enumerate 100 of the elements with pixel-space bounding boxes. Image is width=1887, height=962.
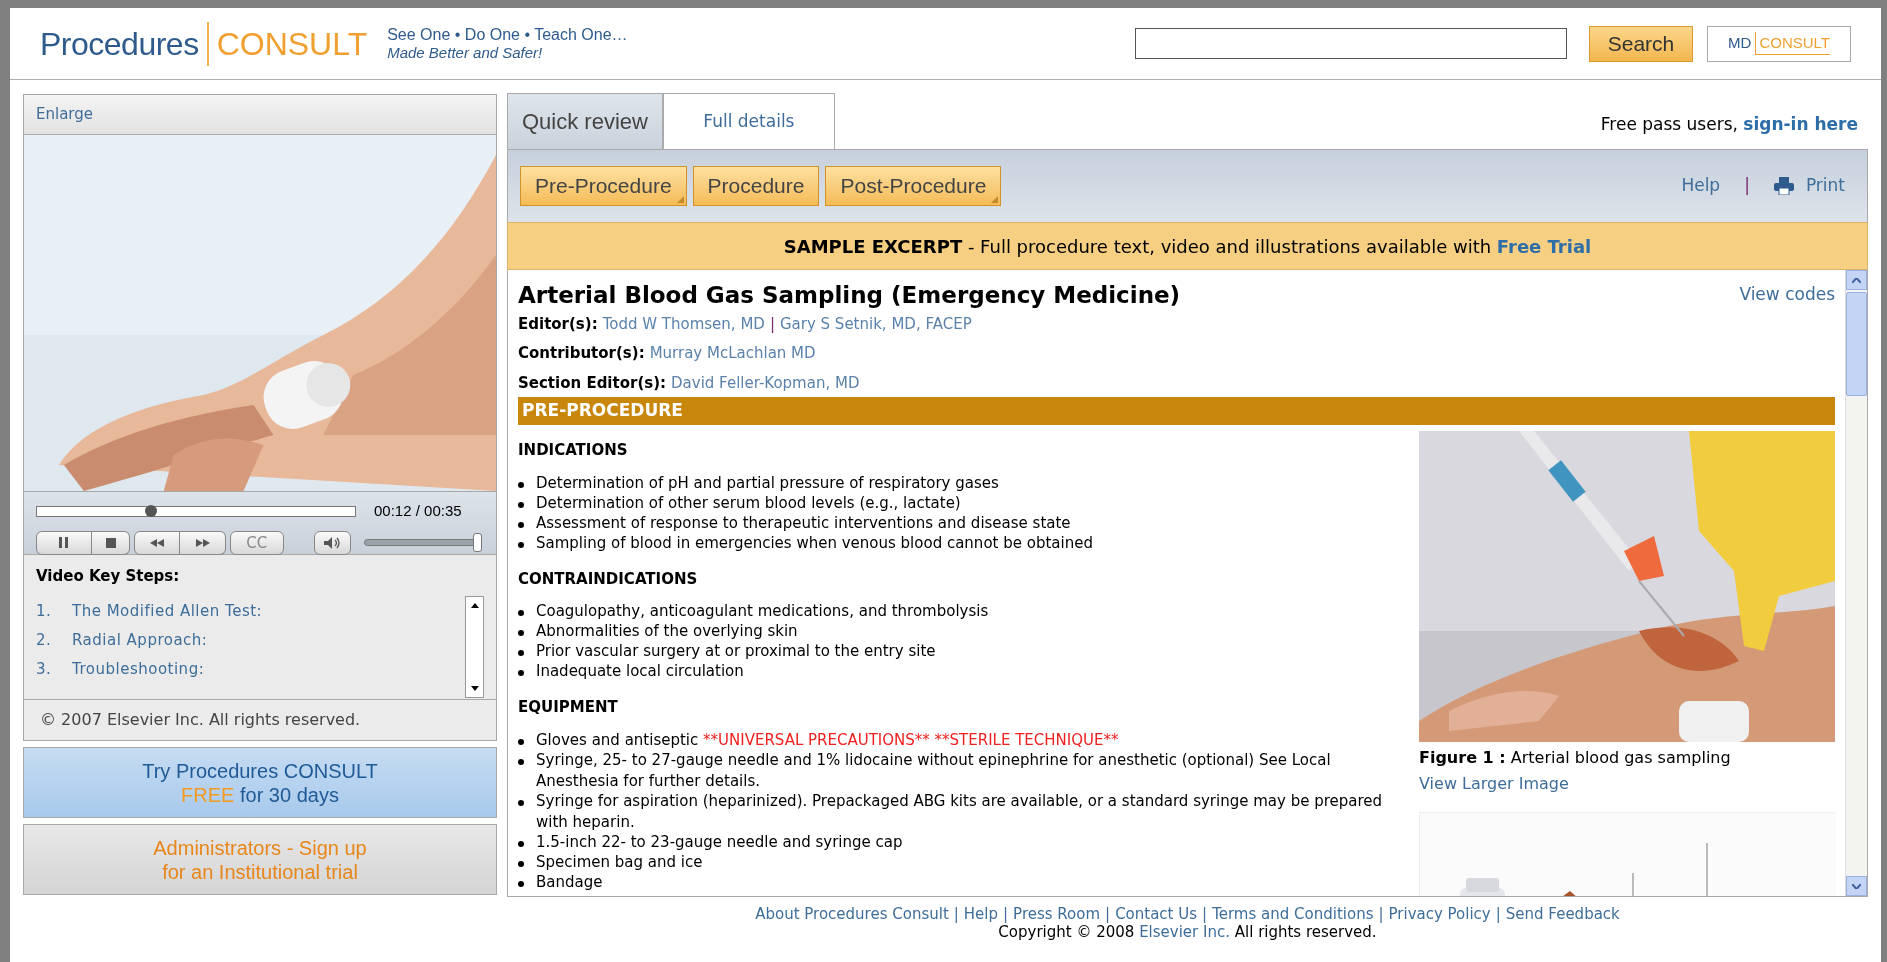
bullet-icon: [518, 880, 524, 887]
volume-thumb[interactable]: [472, 533, 482, 552]
bullet-icon: [518, 738, 524, 745]
list-item-text: Prior vascular surgery at or proximal to the entry site: [536, 641, 936, 662]
search-button[interactable]: Search: [1589, 25, 1693, 62]
speaker-icon: [324, 536, 341, 549]
site-logo[interactable]: Procedures CONSULT: [40, 19, 368, 68]
bullet-icon: [518, 481, 524, 488]
fast-forward-icon: [195, 538, 210, 547]
list-item-text: Abnormalities of the overlying skin: [536, 621, 798, 642]
footer-separator: |: [1105, 905, 1111, 923]
video-copyright: © 2007 Elsevier Inc. All rights reserved.: [40, 709, 361, 731]
subsection-heading: CONTRAINDICATIONS: [518, 568, 699, 590]
logo-word: Procedures: [40, 24, 200, 64]
pause-button[interactable]: [36, 530, 92, 555]
sign-in-link[interactable]: sign-in here: [1743, 113, 1858, 134]
tab[interactable]: Full details: [662, 93, 835, 149]
section-title: PRE-PROCEDURE: [522, 399, 683, 423]
tagline-subtitle: Made Better and Safer!: [387, 43, 544, 62]
search-field[interactable]: [1135, 28, 1567, 59]
bullet-icon: [518, 650, 524, 656]
logo-brand: CONSULT: [206, 21, 368, 66]
footer-link[interactable]: About Procedures Consult: [755, 905, 949, 923]
captions-button[interactable]: CC: [230, 530, 284, 555]
promo-title: Administrators - Sign up: [153, 835, 367, 860]
toolbar-separator: |: [1744, 174, 1750, 198]
list-item-text: Coagulopathy, anticoagulant medications, and thrombolysis: [536, 601, 989, 622]
fast-forward-button[interactable]: [180, 530, 226, 555]
stop-button[interactable]: [92, 530, 130, 555]
list-item-text: Gloves and antiseptic **UNIVERSAL PRECAUTIONS** **STERILE TECHNIQUE**: [536, 729, 1119, 751]
footer-link[interactable]: Press Room: [1013, 905, 1101, 923]
section-button[interactable]: Pre-Procedure: [520, 166, 687, 206]
progress-thumb[interactable]: [145, 504, 158, 517]
promo-subtitle: FREE for 30 days: [181, 782, 339, 807]
elsevier-link[interactable]: Elsevier Inc.: [1139, 923, 1230, 941]
bullet-icon: [518, 630, 524, 636]
sample-banner-text: SAMPLE EXCERPT - Full procedure text, video and illustrations available with Free Trial: [783, 234, 1592, 259]
free-trial-link[interactable]: Free Trial: [1496, 235, 1592, 257]
bullet-icon: [518, 860, 524, 867]
bullet-icon: [518, 521, 524, 528]
footer-link[interactable]: Help: [963, 905, 999, 923]
author-link[interactable]: Murray McLachlan MD: [649, 342, 816, 365]
section-button[interactable]: Procedure: [692, 166, 820, 206]
list-item-text: Bandage: [536, 871, 603, 893]
promo-banner[interactable]: Try Procedures CONSULT FREE for 30 days: [23, 747, 497, 818]
bullet-icon: [518, 610, 524, 616]
key-steps-title: Video Key Steps:: [36, 566, 181, 587]
list-item-text: Sampling of blood in emergencies when venous blood cannot be obtained: [536, 532, 1093, 554]
view-codes-link[interactable]: View codes: [1739, 282, 1835, 308]
partner-logo-word: MD: [1728, 33, 1752, 54]
bullet-icon: [518, 501, 524, 508]
partner-logo-brand: CONSULT: [1755, 31, 1830, 56]
subsection-heading: INDICATIONS: [518, 440, 629, 461]
footer-separator: |: [1003, 905, 1009, 923]
help-link[interactable]: Help: [1681, 173, 1721, 199]
list-item-text: Inadequate local circulation: [536, 661, 744, 682]
scroll-down-icon: [470, 685, 479, 691]
scrollbar[interactable]: [465, 595, 484, 698]
author-link[interactable]: Todd W Thomsen, MD: [602, 312, 765, 335]
footer-separator: |: [1378, 905, 1384, 923]
key-step-link[interactable]: 2. Radial Approach:: [36, 628, 465, 658]
footer-link[interactable]: Terms and Conditions: [1212, 905, 1374, 923]
scroll-thumb[interactable]: [1846, 292, 1867, 396]
scroll-down-icon: [1852, 883, 1861, 889]
bullet-icon: [518, 799, 524, 806]
rewind-button[interactable]: [134, 530, 180, 555]
partner-logo[interactable]: MD CONSULT: [1707, 25, 1851, 62]
enlarge-link[interactable]: Enlarge: [36, 103, 93, 126]
key-step-link[interactable]: 1. The Modified Allen Test:: [36, 599, 465, 629]
footer-copyright: Copyright © 2008 Elsevier Inc. All rights reserved.: [998, 923, 1377, 941]
bullet-icon: [518, 541, 524, 548]
footer-link[interactable]: Contact Us: [1115, 905, 1198, 923]
author-link[interactable]: Gary S Setnik, MD, FACEP: [779, 312, 972, 335]
volume-button[interactable]: [313, 530, 352, 555]
list-item-text: Syringe, 25- to 27-gauge needle and 1% lidocaine without epinephrine for anesthetic (optional) See Local Anesthesia for further details.: [536, 749, 1332, 792]
credit-label: Editor(s):: [518, 313, 598, 335]
key-step-link[interactable]: 3. Troubleshooting:: [36, 657, 465, 687]
bullet-icon: [518, 758, 524, 765]
tab[interactable]: Quick review: [507, 93, 663, 149]
printer-icon: [1773, 177, 1794, 195]
footer-separator: |: [1495, 905, 1501, 923]
progress-track[interactable]: [36, 505, 356, 517]
section-button[interactable]: Post-Procedure: [825, 166, 1002, 206]
scroll-up-icon: [1852, 277, 1861, 283]
footer-link[interactable]: Privacy Policy: [1388, 905, 1491, 923]
print-link[interactable]: Print: [1805, 173, 1845, 199]
author-link[interactable]: David Feller-Kopman, MD: [671, 371, 860, 394]
footer-link[interactable]: Send Feedback: [1505, 905, 1620, 923]
view-larger-link[interactable]: View Larger Image: [1419, 772, 1835, 796]
list-item-text: Assessment of response to therapeutic interventions and disease state: [536, 512, 1071, 534]
rewind-icon: [150, 538, 164, 547]
stop-icon: [105, 537, 116, 548]
bullet-icon: [518, 670, 524, 676]
list-item-text: Determination of pH and partial pressure of respiratory gases: [536, 472, 999, 494]
promo-title: Try Procedures CONSULT: [142, 758, 378, 783]
subsection-heading: EQUIPMENT: [518, 697, 619, 718]
list-item-text: Specimen bag and ice: [536, 851, 703, 873]
list-item-text: Syringe for aspiration (heparinized). Prepackaged ABG kits are available, or a standard syringe may be prepared with heparin.: [536, 790, 1384, 833]
scroll-up-icon: [470, 602, 479, 608]
tagline: See One • Do One • Teach One…: [387, 25, 628, 44]
